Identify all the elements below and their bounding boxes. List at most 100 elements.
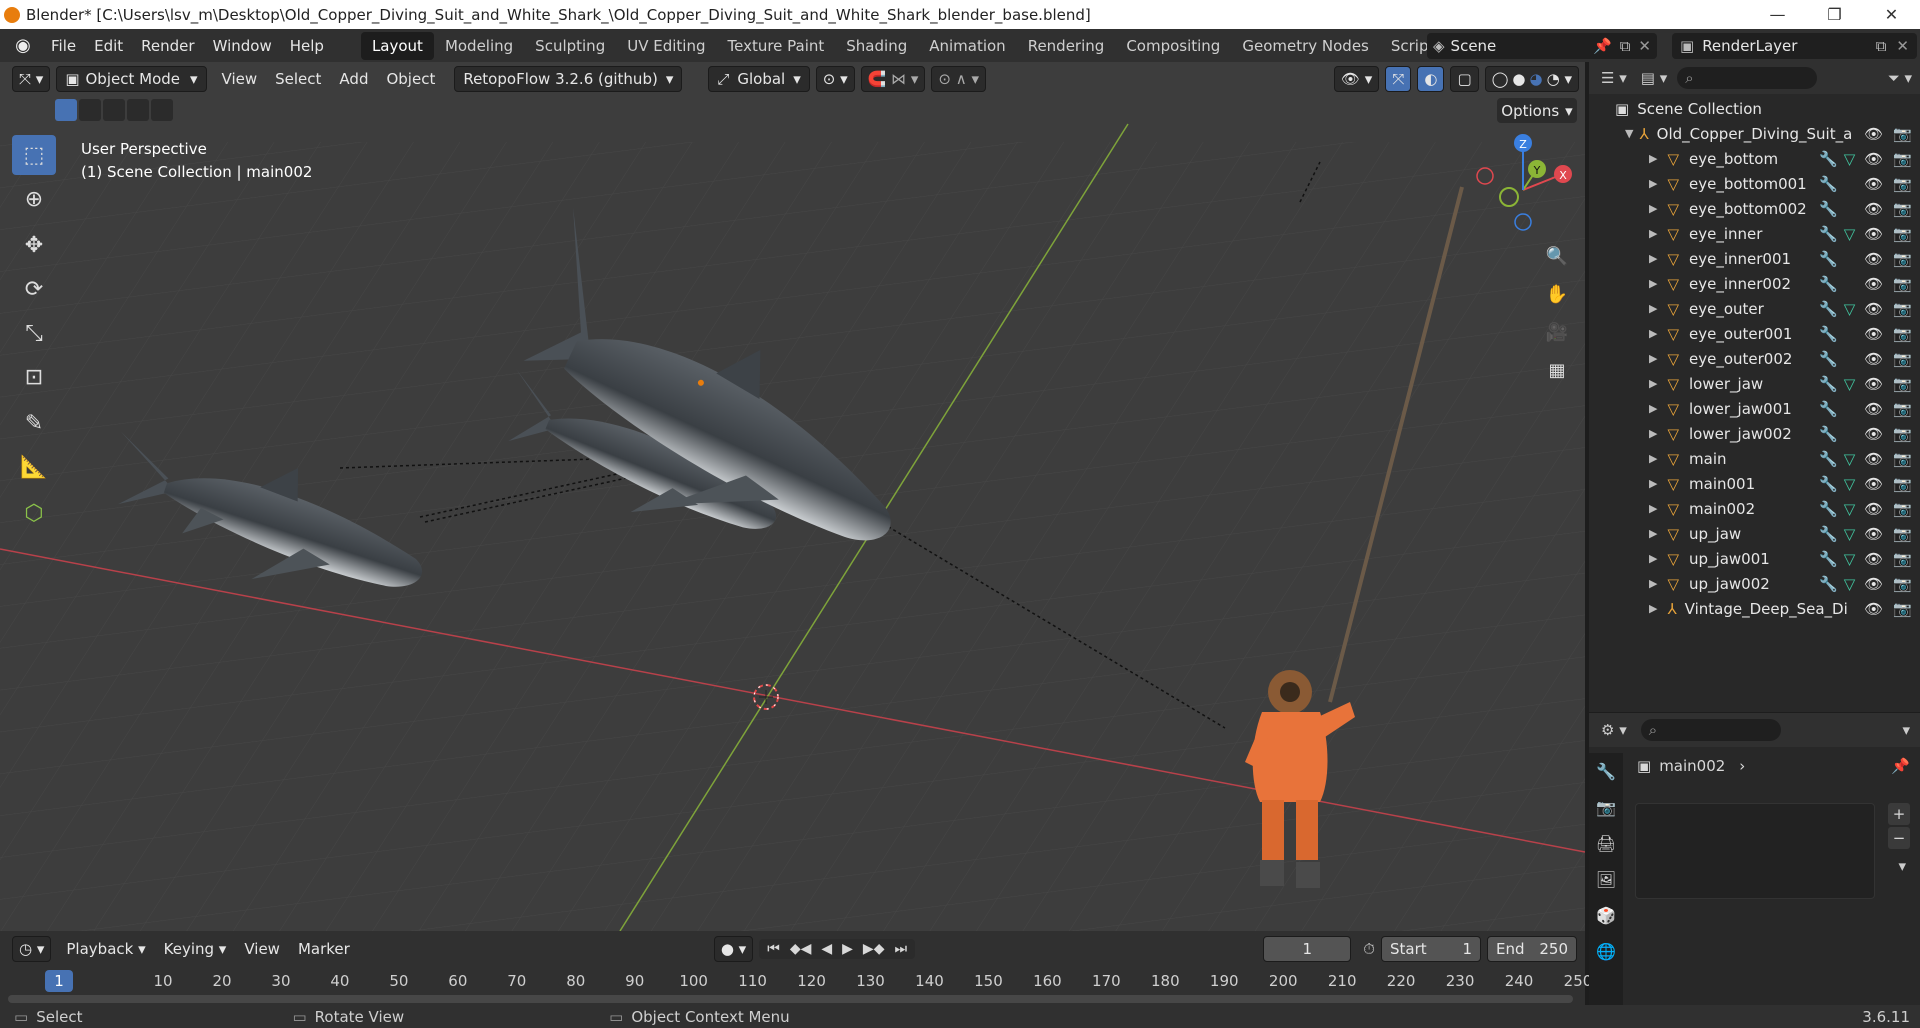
modifier-wrench-icon[interactable]: 🔧 xyxy=(1819,500,1838,518)
render-camera-icon[interactable]: 📷 xyxy=(1893,350,1912,368)
move-tool-icon[interactable]: ✥ xyxy=(12,225,56,265)
play-reverse-icon[interactable]: ◀ xyxy=(817,941,836,957)
new-layer-icon[interactable]: ⧉ xyxy=(1876,37,1887,55)
render-camera-icon[interactable]: 📷 xyxy=(1893,575,1912,593)
mesh-data-icon[interactable]: ▽ xyxy=(1844,225,1856,243)
outliner-item[interactable]: ▶ ▽ eye_inner 🔧 ▽ 👁 📷 xyxy=(1589,221,1920,246)
select-intersect-icon[interactable] xyxy=(151,99,173,121)
tab-sculpting[interactable]: Sculpting xyxy=(524,32,616,60)
expand-chevron-icon[interactable]: ▶ xyxy=(1649,552,1657,565)
modifier-wrench-icon[interactable]: 🔧 xyxy=(1819,200,1838,218)
modifier-wrench-icon[interactable]: 🔧 xyxy=(1819,400,1838,418)
expand-chevron-icon[interactable]: ▶ xyxy=(1649,152,1657,165)
render-camera-icon[interactable]: 📷 xyxy=(1893,375,1912,393)
visibility-eye-icon[interactable]: 👁 xyxy=(1864,175,1883,193)
menu-edit[interactable]: Edit xyxy=(85,29,132,62)
mesh-data-icon[interactable]: ▽ xyxy=(1844,525,1856,543)
tab-layout[interactable]: Layout xyxy=(360,31,434,60)
render-camera-icon[interactable]: 📷 xyxy=(1893,600,1912,618)
outliner-item[interactable]: ▶ ▽ up_jaw001 🔧 ▽ 👁 📷 xyxy=(1589,546,1920,571)
modifier-wrench-icon[interactable]: 🔧 xyxy=(1819,250,1838,268)
3d-viewport[interactable]: X Y Z ⤧ ▾ ▣ Object Mode ▾ View Select Ad… xyxy=(0,62,1585,931)
tab-rendering[interactable]: Rendering xyxy=(1017,32,1116,60)
expand-chevron-icon[interactable]: ▶ xyxy=(1649,602,1657,615)
frame-ruler[interactable]: 1 10 20 30 40 50 60 70 80 90 100 110 120 130 140 150 160… xyxy=(0,969,1592,993)
tab-compositing[interactable]: Compositing xyxy=(1115,32,1231,60)
rotate-tool-icon[interactable]: ⟳ xyxy=(12,269,56,309)
render-camera-icon[interactable]: 📷 xyxy=(1893,475,1912,493)
outliner-search-input[interactable]: ⌕ xyxy=(1677,67,1818,89)
zoom-icon[interactable]: 🔍 xyxy=(1540,239,1574,273)
scene-selector[interactable]: ◈ Scene 📌 ⧉ ✕ xyxy=(1427,33,1657,59)
render-camera-icon[interactable]: 📷 xyxy=(1893,125,1912,143)
filter-icon[interactable]: ⏷ ▾ xyxy=(1888,69,1912,87)
pin-icon[interactable]: 📌 xyxy=(1891,757,1910,775)
expand-chevron-icon[interactable]: ▶ xyxy=(1649,477,1657,490)
play-icon[interactable]: ▶ xyxy=(838,941,857,957)
visibility-eye-icon[interactable]: 👁 xyxy=(1864,200,1883,218)
jump-end-icon[interactable]: ⏭ xyxy=(890,941,911,957)
pan-hand-icon[interactable]: ✋ xyxy=(1540,277,1574,311)
solid-shading-icon[interactable]: ● xyxy=(1512,70,1525,88)
gizmo-toggle[interactable]: ⤧ xyxy=(1385,65,1412,92)
current-frame-marker[interactable]: 1 xyxy=(45,970,73,992)
viewport-menu-select[interactable]: Select xyxy=(266,70,330,88)
render-camera-icon[interactable]: 📷 xyxy=(1893,400,1912,418)
mesh-data-icon[interactable]: ▽ xyxy=(1844,550,1856,568)
scale-tool-icon[interactable]: ⤡ xyxy=(12,313,56,353)
ortho-toggle-icon[interactable]: ▦ xyxy=(1540,353,1574,387)
expand-chevron-icon[interactable]: ▶ xyxy=(1649,252,1657,265)
timeline-editor-type[interactable]: ◷ ▾ xyxy=(12,936,52,962)
outliner-item[interactable]: ▶ ▽ eye_outer 🔧 ▽ 👁 📷 xyxy=(1589,296,1920,321)
display-mode-dropdown[interactable]: ▤ ▾ xyxy=(1641,69,1667,87)
mesh-data-icon[interactable]: ▽ xyxy=(1844,300,1856,318)
outliner-parent-row[interactable]: ▼ ⅄ Old_Copper_Diving_Suit_a 👁 📷 xyxy=(1589,121,1920,146)
render-camera-icon[interactable]: 📷 xyxy=(1893,150,1912,168)
start-frame-field[interactable]: Start 1 xyxy=(1381,936,1481,962)
properties-object-row[interactable]: ▣ main002 › xyxy=(1637,757,1745,775)
select-subtract-icon[interactable] xyxy=(103,99,125,121)
timeline-menu-marker[interactable]: Marker xyxy=(289,940,359,958)
outliner-item[interactable]: ▶ ▽ up_jaw002 🔧 ▽ 👁 📷 xyxy=(1589,571,1920,596)
add-slot-icon[interactable]: + xyxy=(1888,803,1910,825)
render-camera-icon[interactable]: 📷 xyxy=(1893,300,1912,318)
visibility-eye-icon[interactable]: 👁 xyxy=(1864,150,1883,168)
mesh-data-icon[interactable]: ▽ xyxy=(1844,375,1856,393)
editor-type-dropdown[interactable]: ⤧ ▾ xyxy=(12,65,51,92)
outliner-item[interactable]: ▶ ▽ up_jaw 🔧 ▽ 👁 📷 xyxy=(1589,521,1920,546)
expand-chevron-icon[interactable]: ▶ xyxy=(1649,302,1657,315)
outliner-item[interactable]: ▶ ▽ eye_bottom001 🔧 👁 📷 xyxy=(1589,171,1920,196)
visibility-eye-icon[interactable]: 👁 xyxy=(1864,125,1883,143)
outliner-item[interactable]: ▶ ▽ eye_inner001 🔧 👁 📷 xyxy=(1589,246,1920,271)
visibility-eye-icon[interactable]: 👁 xyxy=(1864,575,1883,593)
timeline-scrollbar[interactable] xyxy=(8,995,1573,1003)
modifier-wrench-icon[interactable]: 🔧 xyxy=(1819,425,1838,443)
outliner-item[interactable]: ▶ ▽ eye_bottom002 🔧 👁 📷 xyxy=(1589,196,1920,221)
modifier-wrench-icon[interactable]: 🔧 xyxy=(1819,575,1838,593)
visibility-eye-icon[interactable]: 👁 xyxy=(1864,325,1883,343)
record-button[interactable]: ● ▾ xyxy=(713,936,754,962)
world-tab-icon[interactable]: 🌐 xyxy=(1589,933,1623,969)
retopoflow-dropdown[interactable]: RetopoFlow 3.2.6 (github) ▾ xyxy=(454,65,683,92)
visibility-eye-icon[interactable]: 👁 xyxy=(1864,275,1883,293)
properties-search-input[interactable]: ⌕ xyxy=(1640,719,1781,741)
render-camera-icon[interactable]: 📷 xyxy=(1893,250,1912,268)
clock-icon[interactable]: ⏱ xyxy=(1363,940,1375,958)
mesh-data-icon[interactable]: ▽ xyxy=(1844,500,1856,518)
mesh-data-icon[interactable]: ▽ xyxy=(1844,575,1856,593)
visibility-eye-icon[interactable]: 👁 xyxy=(1864,550,1883,568)
outliner-item[interactable]: ▶ ▽ main002 🔧 ▽ 👁 📷 xyxy=(1589,496,1920,521)
outliner-item[interactable]: ▶ ▽ lower_jaw002 🔧 👁 📷 xyxy=(1589,421,1920,446)
menu-help[interactable]: Help xyxy=(281,29,333,62)
outliner-item[interactable]: ▶ ▽ eye_inner002 🔧 👁 📷 xyxy=(1589,271,1920,296)
menu-render[interactable]: Render xyxy=(132,29,203,62)
outliner-item[interactable]: ▶ ▽ eye_outer002 🔧 👁 📷 xyxy=(1589,346,1920,371)
expand-chevron-icon[interactable]: ▶ xyxy=(1649,402,1657,415)
current-frame-field[interactable]: 1 xyxy=(1263,936,1352,962)
measure-tool-icon[interactable]: 📐 xyxy=(12,447,56,487)
render-camera-icon[interactable]: 📷 xyxy=(1893,425,1912,443)
render-camera-icon[interactable]: 📷 xyxy=(1893,175,1912,193)
render-camera-icon[interactable]: 📷 xyxy=(1893,225,1912,243)
options-dropdown[interactable]: Options ▾ xyxy=(1497,98,1577,123)
expand-chevron-icon[interactable]: ▶ xyxy=(1649,327,1657,340)
